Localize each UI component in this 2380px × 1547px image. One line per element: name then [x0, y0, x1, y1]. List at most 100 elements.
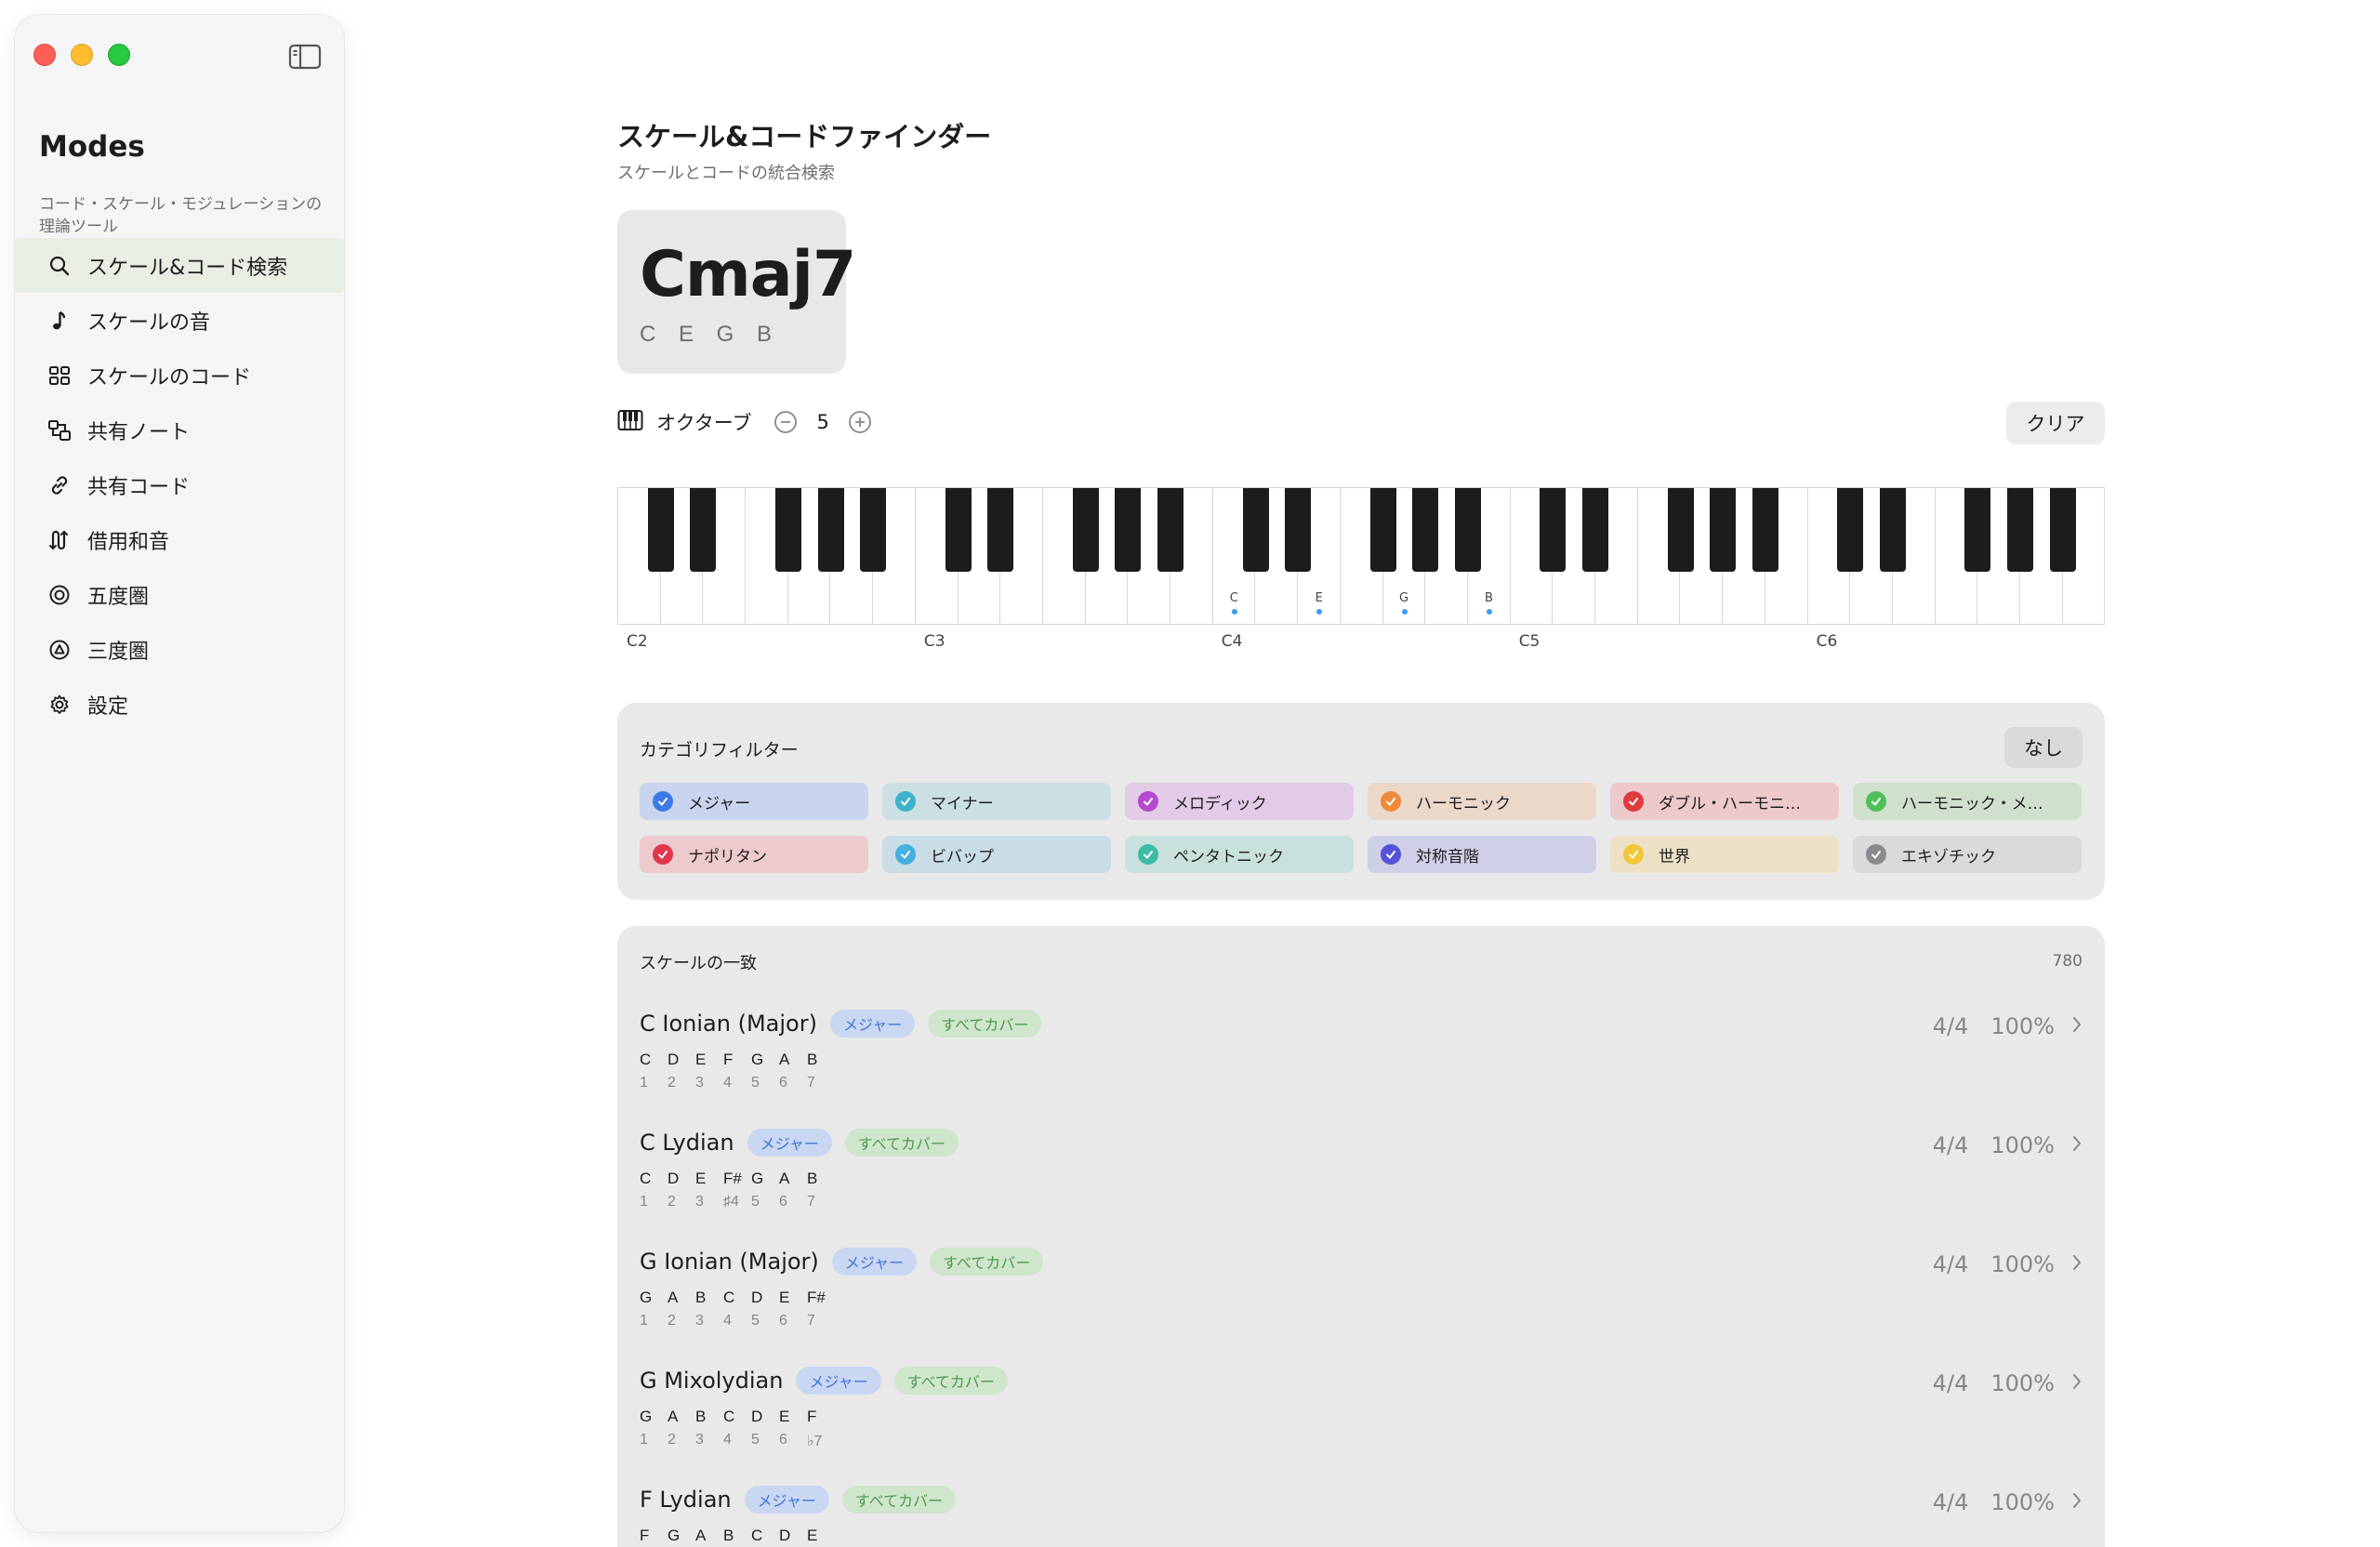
result-header: C Lydian メジャー すべてカバー — [640, 1129, 972, 1157]
piano-black-key[interactable] — [2049, 488, 2076, 572]
chevron-right-icon[interactable] — [2071, 1013, 2082, 1039]
chevron-right-icon[interactable] — [2071, 1251, 2082, 1277]
checkmark-icon — [1138, 791, 1158, 812]
filter-chip[interactable]: エキゾチック — [1853, 836, 2082, 873]
scale-name: F Lydian — [640, 1487, 732, 1513]
piano-black-key[interactable] — [1582, 488, 1609, 572]
chevron-right-icon[interactable] — [2071, 1370, 2082, 1396]
scale-result-row[interactable]: F LydianメジャーすべてカバーFGABCDE123♯45674/4100% — [617, 1474, 2105, 1547]
piano-black-key[interactable] — [1455, 488, 1481, 572]
checkmark-icon — [1866, 844, 1886, 865]
results-count: 780 — [2052, 952, 2082, 971]
filter-chip[interactable]: ハーモニック・メ… — [1853, 783, 2082, 820]
filter-chip[interactable]: 世界 — [1610, 836, 1839, 873]
scale-note: E — [807, 1527, 818, 1544]
chevron-right-icon[interactable] — [2071, 1132, 2082, 1158]
piano-black-key[interactable] — [1752, 488, 1778, 572]
scale-degree: 2 — [668, 1313, 676, 1329]
filter-chip[interactable]: ダブル・ハーモニ… — [1610, 783, 1839, 820]
clear-button[interactable]: クリア — [2006, 402, 2105, 444]
scale-result-row[interactable]: C Ionian (Major) メジャー すべてカバー C D E F G A B 1 2 3 4 5 6 7… — [617, 998, 2105, 1117]
sidebar-item-scale-chord-search[interactable]: スケール&コード検索 — [15, 238, 344, 293]
scale-note: B — [723, 1527, 734, 1544]
piano-black-key[interactable] — [860, 488, 887, 572]
music-note-icon — [46, 308, 73, 334]
octave-decrement-button[interactable] — [774, 410, 798, 434]
scale-degree: 1 — [640, 1432, 648, 1448]
piano-black-key[interactable] — [1157, 488, 1184, 572]
scale-note: A — [779, 1170, 790, 1187]
scale-note: G — [640, 1408, 653, 1425]
zoom-window-button[interactable] — [108, 44, 130, 66]
checkmark-icon — [653, 844, 673, 865]
filter-chip-label: ダブル・ハーモニ… — [1659, 794, 1801, 813]
checkmark-icon — [1866, 791, 1886, 812]
close-window-button[interactable] — [33, 44, 56, 66]
scale-result-row[interactable]: G Mixolydian メジャー すべてカバー G A B C D E F 1 2 3 4 5 6 ♭7 4/4… — [617, 1355, 2105, 1474]
scale-result-row[interactable]: G Ionian (Major) メジャー すべてカバー G A B C D E F# 1 2 3 4 5 6… — [617, 1236, 2105, 1355]
result-header: C Ionian (Major) メジャー すべてカバー — [640, 1010, 1054, 1038]
octave-increment-button[interactable] — [848, 410, 872, 434]
piano-key-active-dot — [1401, 609, 1408, 615]
scale-degree: ♯4 — [723, 1194, 739, 1210]
filter-chip[interactable]: メロディック — [1125, 783, 1354, 820]
filter-chip[interactable]: ハーモニック — [1368, 783, 1596, 820]
piano-black-key[interactable] — [1710, 488, 1737, 572]
piano-black-key[interactable] — [1540, 488, 1567, 572]
sidebar-item-circle-of-thirds[interactable]: 三度圏 — [15, 622, 344, 677]
piano-key-active-dot — [1231, 609, 1237, 615]
piano-keyboard-icon — [617, 409, 643, 435]
piano-black-key[interactable] — [690, 488, 717, 572]
chevron-right-icon[interactable] — [2071, 1489, 2082, 1515]
minimize-window-button[interactable] — [71, 44, 93, 66]
window-controls — [33, 44, 130, 66]
piano-black-key[interactable] — [1837, 488, 1864, 572]
scale-result-row[interactable]: C Lydian メジャー すべてカバー C D E F# G A B 1 2 3 ♯4 5 6 7 4/4 100… — [617, 1117, 2105, 1236]
scale-notes: C D E F# G A B — [640, 1170, 835, 1188]
scale-note: A — [668, 1408, 679, 1425]
filter-chip[interactable]: ビバップ — [882, 836, 1111, 873]
scale-degree: 6 — [779, 1075, 787, 1091]
filter-chip-label: 対称音階 — [1416, 847, 1479, 866]
piano-black-key[interactable] — [1242, 488, 1269, 572]
filter-chip[interactable]: ペンタトニック — [1125, 836, 1354, 873]
piano-black-key[interactable] — [1072, 488, 1099, 572]
sidebar-item-circle-of-fifths[interactable]: 五度圏 — [15, 567, 344, 622]
piano-black-key[interactable] — [2007, 488, 2034, 572]
scale-note: F# — [723, 1170, 742, 1187]
sidebar-toggle-icon[interactable] — [288, 44, 322, 70]
piano-black-key[interactable] — [817, 488, 844, 572]
piano-black-key[interactable] — [1285, 488, 1312, 572]
piano-black-key[interactable] — [647, 488, 674, 572]
checkmark-icon — [1623, 791, 1644, 812]
filter-chip[interactable]: マイナー — [882, 783, 1111, 820]
piano-black-key[interactable] — [1667, 488, 1694, 572]
piano-black-key[interactable] — [1880, 488, 1906, 572]
piano-black-key[interactable] — [1964, 488, 1991, 572]
sidebar-item-scale-chords[interactable]: スケールのコード — [15, 348, 344, 403]
piano-black-key[interactable] — [774, 488, 801, 572]
sidebar-item-borrowed-chords[interactable]: 借用和音 — [15, 512, 344, 567]
checkmark-icon — [895, 844, 916, 865]
filter-chip-label: メロディック — [1173, 794, 1267, 813]
piano-black-key[interactable] — [945, 488, 972, 572]
sidebar-item-shared-chords[interactable]: 共有コード — [15, 457, 344, 512]
piano-black-key[interactable] — [1369, 488, 1396, 572]
piano-black-key[interactable] — [1412, 488, 1439, 572]
scale-note: E — [695, 1051, 707, 1068]
filter-none-button[interactable]: なし — [2004, 727, 2082, 768]
sidebar-item-shared-notes[interactable]: 共有ノート — [15, 403, 344, 457]
filter-chip[interactable]: ナポリタン — [640, 836, 868, 873]
piano-black-key[interactable] — [987, 488, 1014, 572]
filter-chip[interactable]: メジャー — [640, 783, 868, 820]
octave-label-c6: C6 — [1816, 632, 1838, 651]
match-score: 4/4 — [1932, 1132, 1969, 1158]
scale-degree: 4 — [723, 1075, 732, 1091]
sidebar-item-settings[interactable]: 設定 — [15, 677, 344, 732]
match-score: 4/4 — [1932, 1251, 1969, 1277]
sidebar-nav: スケール&コード検索 スケールの音 スケールのコード 共有ノート 共有コード 借… — [15, 238, 344, 732]
filter-chip[interactable]: 対称音階 — [1368, 836, 1596, 873]
page-subtitle: スケールとコードの統合検索 — [617, 164, 835, 183]
sidebar-item-scale-notes[interactable]: スケールの音 — [15, 293, 344, 348]
piano-black-key[interactable] — [1115, 488, 1142, 572]
